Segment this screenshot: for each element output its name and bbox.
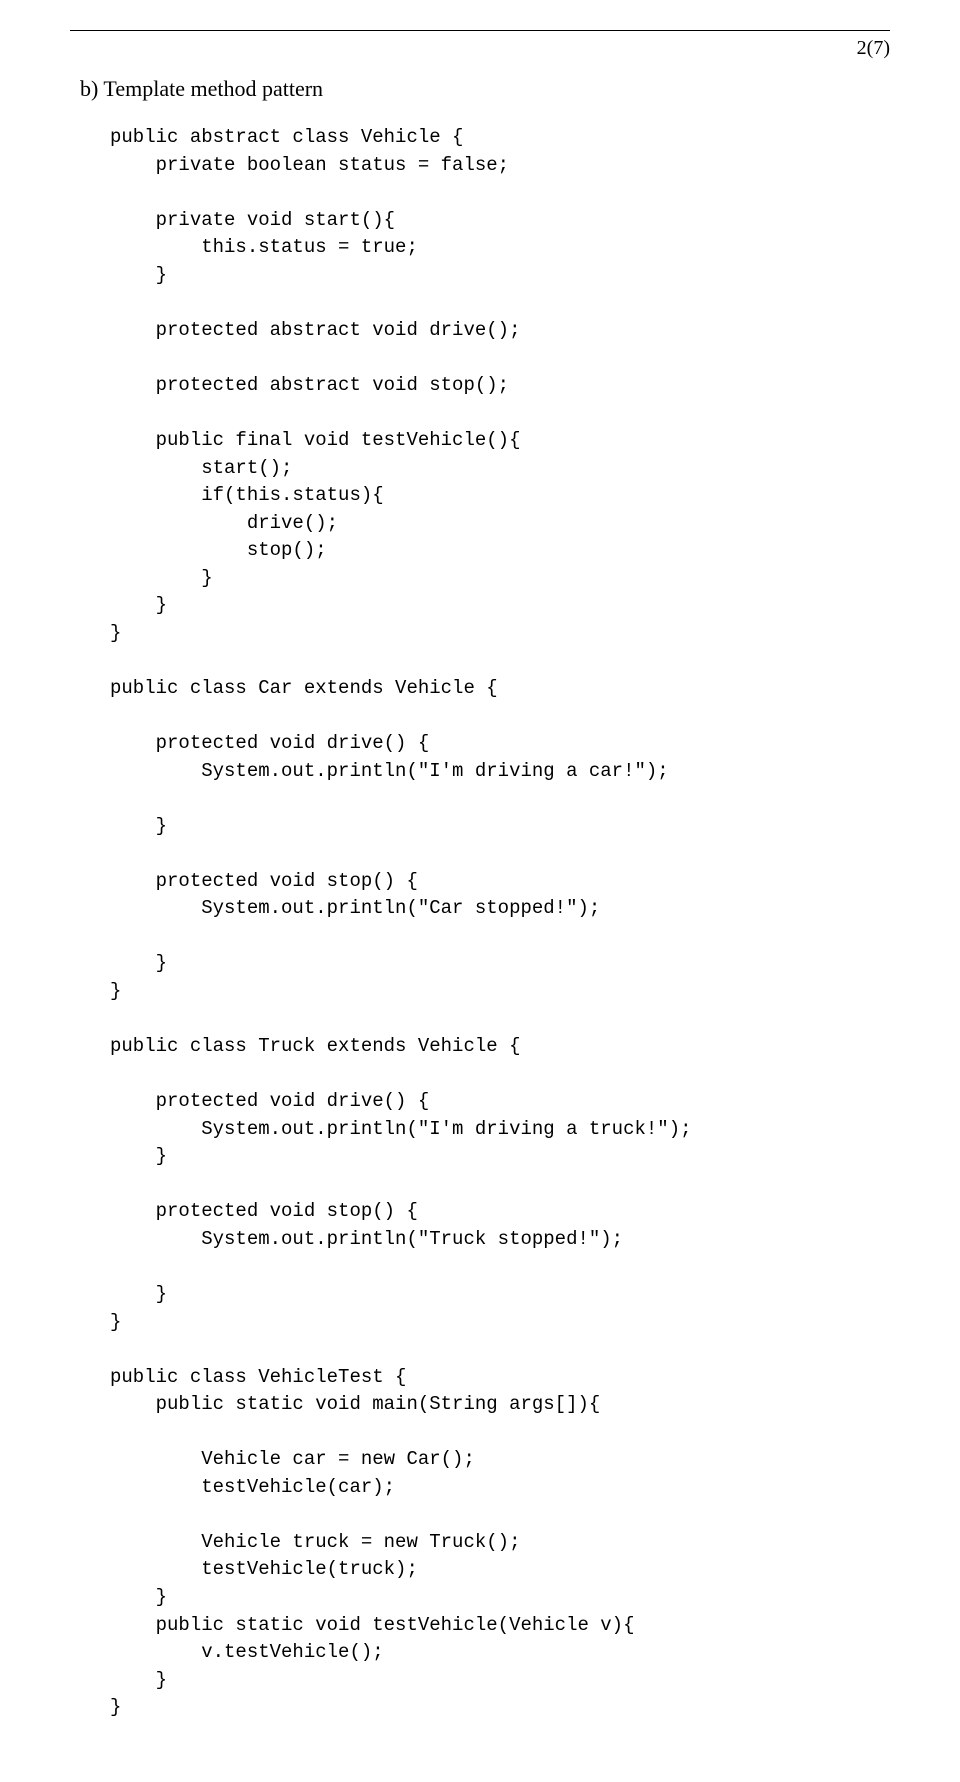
page-number: 2(7) [70, 37, 890, 60]
top-rule [70, 30, 890, 31]
page: 2(7) b) Template method pattern public a… [0, 0, 960, 1782]
code-block: public abstract class Vehicle { private … [70, 124, 890, 1722]
section-label: b) Template method pattern [70, 76, 890, 102]
